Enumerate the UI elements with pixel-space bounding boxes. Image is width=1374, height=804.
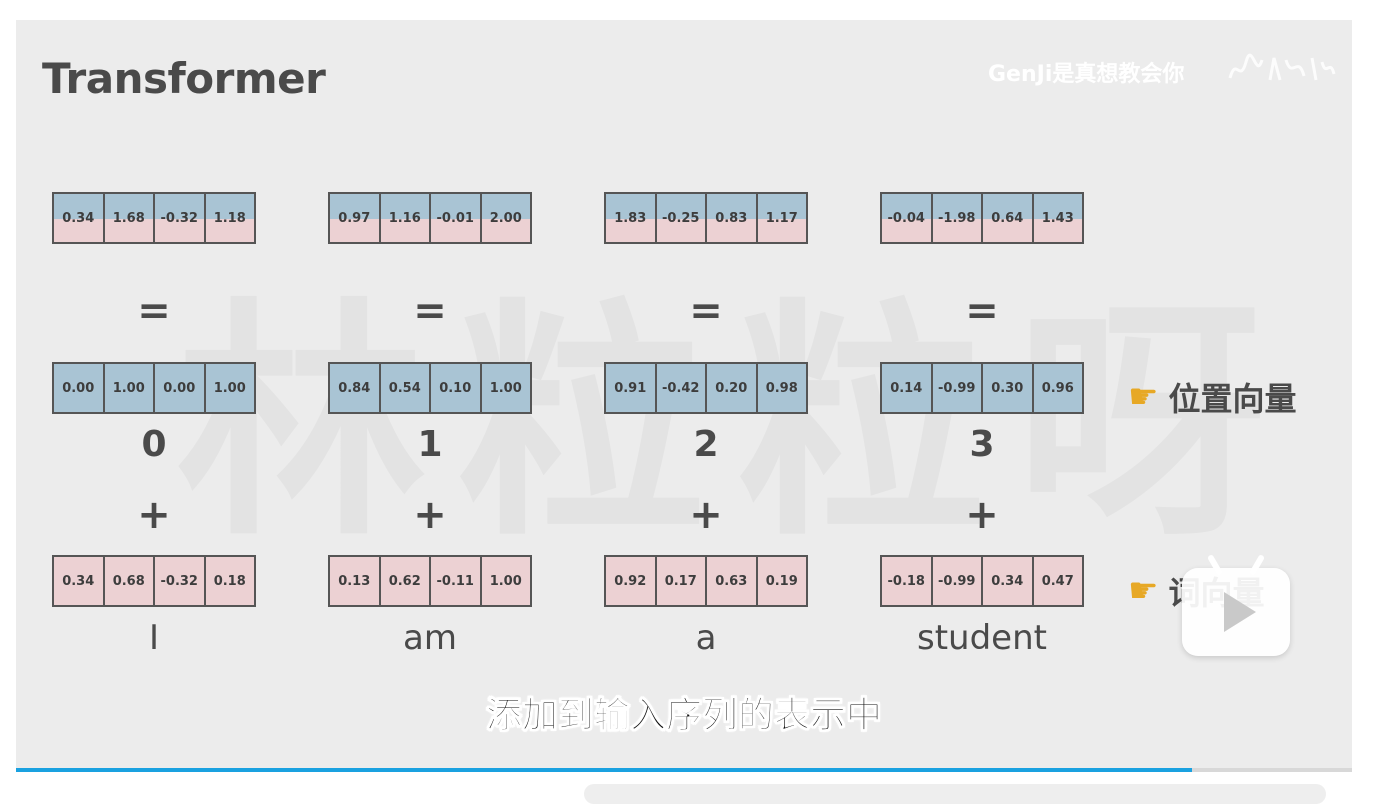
- positional-vector-cell: 1.00: [104, 364, 153, 412]
- video-subtitle: 添加到输入序列的表示中: [485, 695, 882, 737]
- word-embedding-vector-cell: 0.47: [1033, 557, 1082, 605]
- word-embedding-vector-cell: 0.62: [380, 557, 429, 605]
- word-embedding-vector: -0.18 -0.99 0.34 0.47: [880, 555, 1084, 607]
- word-embedding-vector-cell: 0.34: [54, 557, 103, 605]
- slide-title: Transformer: [42, 54, 326, 103]
- word-embedding-vector-cell: 0.34: [983, 557, 1032, 605]
- positional-vector-cell: 0.00: [54, 364, 103, 412]
- channel-watermark: GenJi是真想教会你: [988, 62, 1185, 87]
- pointing-hand-icon: ☛: [1128, 377, 1159, 417]
- video-frame[interactable]: 林粒粒呀 Transformer GenJi是真想教会你 0.341.68-0.…: [16, 20, 1352, 768]
- positional-vector-cell: -0.42: [656, 364, 705, 412]
- positional-vector-cell: 0.00: [155, 364, 204, 412]
- positional-vector-cell: 0.98: [757, 364, 806, 412]
- positional-vector: 0.14 -0.99 0.30 0.96: [880, 362, 1084, 414]
- pointing-hand-icon: ☛: [1128, 571, 1159, 611]
- positional-vector-cell: 0.20: [707, 364, 756, 412]
- plus-sign: +: [137, 492, 171, 538]
- equals-sign: =: [965, 288, 999, 334]
- result-vector-cell: 0.83: [707, 194, 756, 242]
- word-embedding-vector: 0.92 0.17 0.63 0.19: [604, 555, 808, 607]
- result-vector: 1.83 -0.25 0.83 1.17: [604, 192, 808, 244]
- position-index: 1: [417, 424, 443, 465]
- word-embedding-vector-cell: 1.00: [481, 557, 530, 605]
- word-embedding-vector-cell: 0.17: [656, 557, 705, 605]
- word-label: a: [695, 618, 717, 658]
- play-icon: [1224, 592, 1256, 632]
- signature-watermark: [1228, 53, 1336, 81]
- positional-vector-label: ☛ 位置向量: [1128, 374, 1297, 420]
- position-index: 2: [693, 424, 719, 465]
- comment-input-bar[interactable]: [584, 784, 1326, 804]
- word-embedding-vector: 0.34 0.68 -0.32 0.18: [52, 555, 256, 607]
- result-vector-cell: 0.97: [330, 194, 379, 242]
- word-embedding-vector-cell: -0.11: [431, 557, 480, 605]
- position-index: 0: [141, 424, 167, 465]
- result-vector: 0.97 1.16 -0.01 2.00: [328, 192, 532, 244]
- result-vector-cell: 1.17: [757, 194, 806, 242]
- positional-vector-cell: 0.30: [983, 364, 1032, 412]
- positional-vector-cell: 1.00: [481, 364, 530, 412]
- result-vector-cell: -0.32: [155, 194, 204, 242]
- play-badge-icon[interactable]: [1182, 553, 1290, 656]
- positional-vector-text: 位置向量: [1168, 380, 1297, 418]
- word-embedding-vector-cell: 0.92: [606, 557, 655, 605]
- result-vector-cell: 1.43: [1033, 194, 1082, 242]
- word-embedding-vector-cell: -0.18: [882, 557, 931, 605]
- result-vector-cell: 1.83: [606, 194, 655, 242]
- position-index: 3: [969, 424, 995, 465]
- word-embedding-vector-cell: -0.99: [932, 557, 981, 605]
- plus-sign: +: [689, 492, 723, 538]
- equals-sign: =: [137, 288, 171, 334]
- positional-vector-cell: 0.10: [431, 364, 480, 412]
- result-vector-cell: -1.98: [932, 194, 981, 242]
- result-vector-cell: 0.64: [983, 194, 1032, 242]
- word-label: I: [148, 618, 160, 658]
- positional-vector-cell: 0.84: [330, 364, 379, 412]
- result-vector-cell: 1.16: [380, 194, 429, 242]
- positional-vector: 0.84 0.54 0.10 1.00: [328, 362, 532, 414]
- word-embedding-vector: 0.13 0.62 -0.11 1.00: [328, 555, 532, 607]
- equals-sign: =: [689, 288, 723, 334]
- positional-vector-cell: -0.99: [932, 364, 981, 412]
- result-vector-cell: -0.25: [656, 194, 705, 242]
- word-embedding-vector-cell: 0.18: [205, 557, 254, 605]
- positional-vector-cell: 0.14: [882, 364, 931, 412]
- result-vector-cell: 2.00: [481, 194, 530, 242]
- result-vector-cell: -0.01: [431, 194, 480, 242]
- word-embedding-vector-cell: 0.68: [104, 557, 153, 605]
- positional-vector: 0.91 -0.42 0.20 0.98: [604, 362, 808, 414]
- word-label: student: [917, 618, 1047, 658]
- equals-sign: =: [413, 288, 447, 334]
- result-vector-cell: 1.68: [104, 194, 153, 242]
- result-vector-cell: 0.34: [54, 194, 103, 242]
- result-vector-cell: 1.18: [205, 194, 254, 242]
- positional-vector-cell: 1.00: [205, 364, 254, 412]
- word-embedding-vector-cell: 0.19: [757, 557, 806, 605]
- word-label: am: [403, 618, 457, 658]
- positional-vector-cell: 0.54: [380, 364, 429, 412]
- result-vector: -0.04 -1.98 0.64 1.43: [880, 192, 1084, 244]
- plus-sign: +: [413, 492, 447, 538]
- result-vector: 0.34 1.68 -0.32 1.18: [52, 192, 256, 244]
- word-embedding-vector-cell: 0.63: [707, 557, 756, 605]
- positional-vector: 0.00 1.00 0.00 1.00: [52, 362, 256, 414]
- positional-vector-cell: 0.96: [1033, 364, 1082, 412]
- plus-sign: +: [965, 492, 999, 538]
- word-embedding-vector-cell: -0.32: [155, 557, 204, 605]
- word-embedding-vector-cell: 0.13: [330, 557, 379, 605]
- positional-vector-cell: 0.91: [606, 364, 655, 412]
- result-vector-cell: -0.04: [882, 194, 931, 242]
